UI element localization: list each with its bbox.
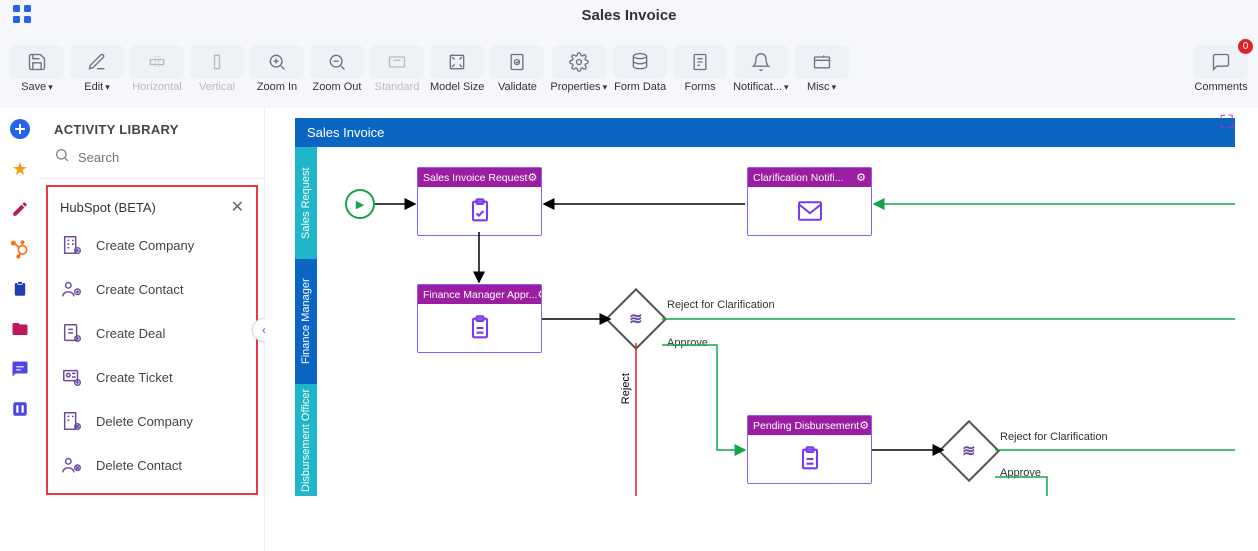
company-delete-icon	[60, 409, 84, 433]
fullscreen-icon[interactable]: ⛶	[1220, 112, 1233, 133]
label-reject: Reject	[620, 373, 632, 404]
lib-item-delete-contact[interactable]: Delete Contact	[52, 443, 252, 487]
lib-item-create-deal[interactable]: Create Deal	[52, 311, 252, 355]
contact-icon	[60, 277, 84, 301]
chevron-down-icon: ▾	[48, 82, 53, 93]
edit-icon[interactable]	[9, 198, 31, 220]
task-clarification-notification[interactable]: Clarification Notifi...⚙	[747, 167, 872, 236]
label-reject-clarification-2: Reject for Clarification	[1000, 431, 1108, 443]
comments-button[interactable]: 0 Comments	[1194, 45, 1248, 93]
label-approve-2: Approve	[1000, 467, 1041, 479]
lib-item-create-ticket[interactable]: Create Ticket	[52, 355, 252, 399]
label-approve-1: Approve	[667, 337, 708, 349]
folder-icon[interactable]	[9, 318, 31, 340]
company-icon	[60, 233, 84, 257]
close-icon[interactable]: ✕	[231, 197, 244, 217]
hubspot-icon[interactable]	[9, 238, 31, 260]
task-finance-manager-approve[interactable]: Finance Manager Appr...⚙	[417, 284, 542, 353]
left-rail: ★	[0, 108, 40, 551]
search-icon	[54, 147, 70, 168]
gear-icon[interactable]: ⚙	[527, 171, 537, 184]
columns-icon[interactable]	[9, 398, 31, 420]
validate-button[interactable]: Validate	[490, 45, 544, 93]
comments-badge: 0	[1238, 39, 1253, 54]
gear-icon[interactable]: ⚙	[856, 171, 866, 184]
lib-item-create-company[interactable]: Create Company	[52, 223, 252, 267]
clipboard-icon[interactable]	[9, 278, 31, 300]
ticket-icon	[60, 365, 84, 389]
form-data-button[interactable]: Form Data	[613, 45, 667, 93]
search-row	[40, 147, 264, 179]
gateway-2[interactable]: ≋	[938, 420, 1000, 482]
sidebar-heading: ACTIVITY LIBRARY	[40, 108, 264, 147]
horizontal-button[interactable]: Horizontal	[130, 45, 184, 93]
properties-button[interactable]: Properties▾	[550, 45, 607, 93]
gear-icon[interactable]: ⚙	[537, 288, 541, 301]
save-button[interactable]: Save▾	[10, 45, 64, 93]
top-header: Sales Invoice	[0, 0, 1258, 30]
library-group-title: HubSpot (BETA)	[60, 200, 156, 215]
toolbar: Save▾ Edit▾ Horizontal Vertical Zoom In …	[0, 30, 1258, 108]
misc-button[interactable]: Misc▾	[795, 45, 849, 93]
task-pending-disbursement[interactable]: Pending Disbursement⚙	[747, 415, 872, 484]
chevron-down-icon: ▾	[105, 82, 110, 93]
chevron-down-icon: ▾	[603, 82, 608, 93]
pool-header: Sales Invoice ⛶	[295, 118, 1235, 147]
page-title: Sales Invoice	[581, 7, 676, 24]
contact-delete-icon	[60, 453, 84, 477]
notifications-button[interactable]: Notificat...▾	[733, 45, 788, 93]
chevron-down-icon: ▾	[832, 82, 837, 93]
lane-finance-manager: Finance Manager	[295, 259, 317, 384]
lib-item-delete-company[interactable]: Delete Company	[52, 399, 252, 443]
edit-button[interactable]: Edit▾	[70, 45, 124, 93]
add-icon[interactable]	[9, 118, 31, 140]
model-size-button[interactable]: Model Size	[430, 45, 484, 93]
star-icon[interactable]: ★	[9, 158, 31, 180]
gateway-1[interactable]: ≋	[605, 288, 667, 350]
vertical-button[interactable]: Vertical	[190, 45, 244, 93]
gear-icon[interactable]: ⚙	[859, 419, 869, 432]
lib-item-create-contact[interactable]: Create Contact	[52, 267, 252, 311]
chat-icon[interactable]	[9, 358, 31, 380]
lane-sales-request: Sales Request	[295, 147, 317, 259]
zoom-out-button[interactable]: Zoom Out	[310, 45, 364, 93]
task-sales-invoice-request[interactable]: Sales Invoice Request⚙	[417, 167, 542, 236]
start-event[interactable]: ▶	[345, 189, 375, 219]
label-reject-clarification-1: Reject for Clarification	[667, 299, 775, 311]
process-canvas[interactable]: Sales Invoice ⛶ Sales Request Finance Ma…	[265, 108, 1258, 551]
forms-button[interactable]: Forms	[673, 45, 727, 93]
lane-disbursement-officer: Disbursement Officer	[295, 384, 317, 496]
zoom-in-button[interactable]: Zoom In	[250, 45, 304, 93]
chevron-down-icon: ▾	[784, 82, 789, 93]
apps-icon[interactable]	[12, 4, 32, 29]
deal-icon	[60, 321, 84, 345]
search-input[interactable]	[78, 150, 250, 165]
standard-button[interactable]: Standard	[370, 45, 424, 93]
library-group-hubspot: HubSpot (BETA) ✕ Create Company Create C…	[46, 185, 258, 495]
activity-library-sidebar: ACTIVITY LIBRARY HubSpot (BETA) ✕ Create…	[40, 108, 265, 551]
